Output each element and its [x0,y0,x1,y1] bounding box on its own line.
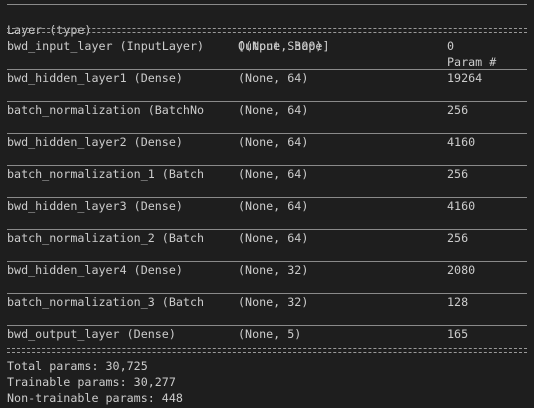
layer-row: bwd_output_layer (Dense) (None, 5) 165 [0,326,534,342]
output-shape: (None, 5) [238,327,302,341]
param-count: 256 [447,103,469,117]
param-count: 2080 [447,263,476,277]
header-row: Layer (type) Output Shape Param # [0,6,534,69]
layer-name: batch_normalization_1 (Batch [7,167,205,181]
output-shape: (None, 32) [238,295,309,309]
layer-name: bwd_hidden_layer2 (Dense) [7,135,183,149]
output-shape: (None, 64) [238,167,309,181]
output-shape: (None, 64) [238,231,309,245]
layer-name: bwd_hidden_layer4 (Dense) [7,263,183,277]
header-rule [7,28,527,33]
param-count: 256 [447,167,469,181]
layer-name: batch_normalization_2 (Batch [7,231,205,245]
layer-row: batch_normalization_1 (Batch (None, 64) 25… [0,166,534,182]
param-count: 4160 [447,199,476,213]
param-count: 4160 [447,135,476,149]
output-shape: (None, 32) [238,263,309,277]
total-params: Total params: 30,725 [7,359,148,373]
layer-row: batch_normalization (BatchNo (None, 64) 25… [0,102,534,118]
layer-row: bwd_hidden_layer1 (Dense) (None, 64) 19264 [0,70,534,86]
output-shape: [(None, 300)] [238,39,330,53]
param-count: 256 [447,231,469,245]
layer-row: bwd_input_layer (InputLayer) [(None, 300)… [0,38,534,54]
param-count: 19264 [447,71,483,85]
param-count: 128 [447,295,469,309]
non-trainable-params: Non-trainable params: 448 [7,391,183,405]
param-count: 165 [447,327,469,341]
layer-name: batch_normalization_3 (Batch [7,295,205,309]
layer-name: bwd_hidden_layer3 (Dense) [7,199,183,213]
header-params: Param # [447,55,497,69]
layer-row: bwd_hidden_layer3 (Dense) (None, 64) 4160 [0,198,534,214]
trainable-params: Trainable params: 30,277 [7,375,176,389]
output-shape: (None, 64) [238,199,309,213]
footer-rule [7,348,527,353]
output-shape: (None, 64) [238,103,309,117]
layer-name: batch_normalization (BatchNo [7,103,205,117]
layer-row: batch_normalization_2 (Batch (None, 64) 25… [0,230,534,246]
output-shape: (None, 64) [238,71,309,85]
layer-row: bwd_hidden_layer4 (Dense) (None, 32) 2080 [0,262,534,278]
param-count: 0 [447,39,455,53]
top-rule [7,4,527,5]
layer-name: bwd_output_layer (Dense) [7,327,176,341]
layer-row: batch_normalization_3 (Batch (None, 32) 12… [0,294,534,310]
layer-row: bwd_hidden_layer2 (Dense) (None, 64) 4160 [0,134,534,150]
layer-name: bwd_input_layer (InputLayer) [7,39,205,53]
layer-name: bwd_hidden_layer1 (Dense) [7,71,183,85]
output-shape: (None, 64) [238,135,309,149]
